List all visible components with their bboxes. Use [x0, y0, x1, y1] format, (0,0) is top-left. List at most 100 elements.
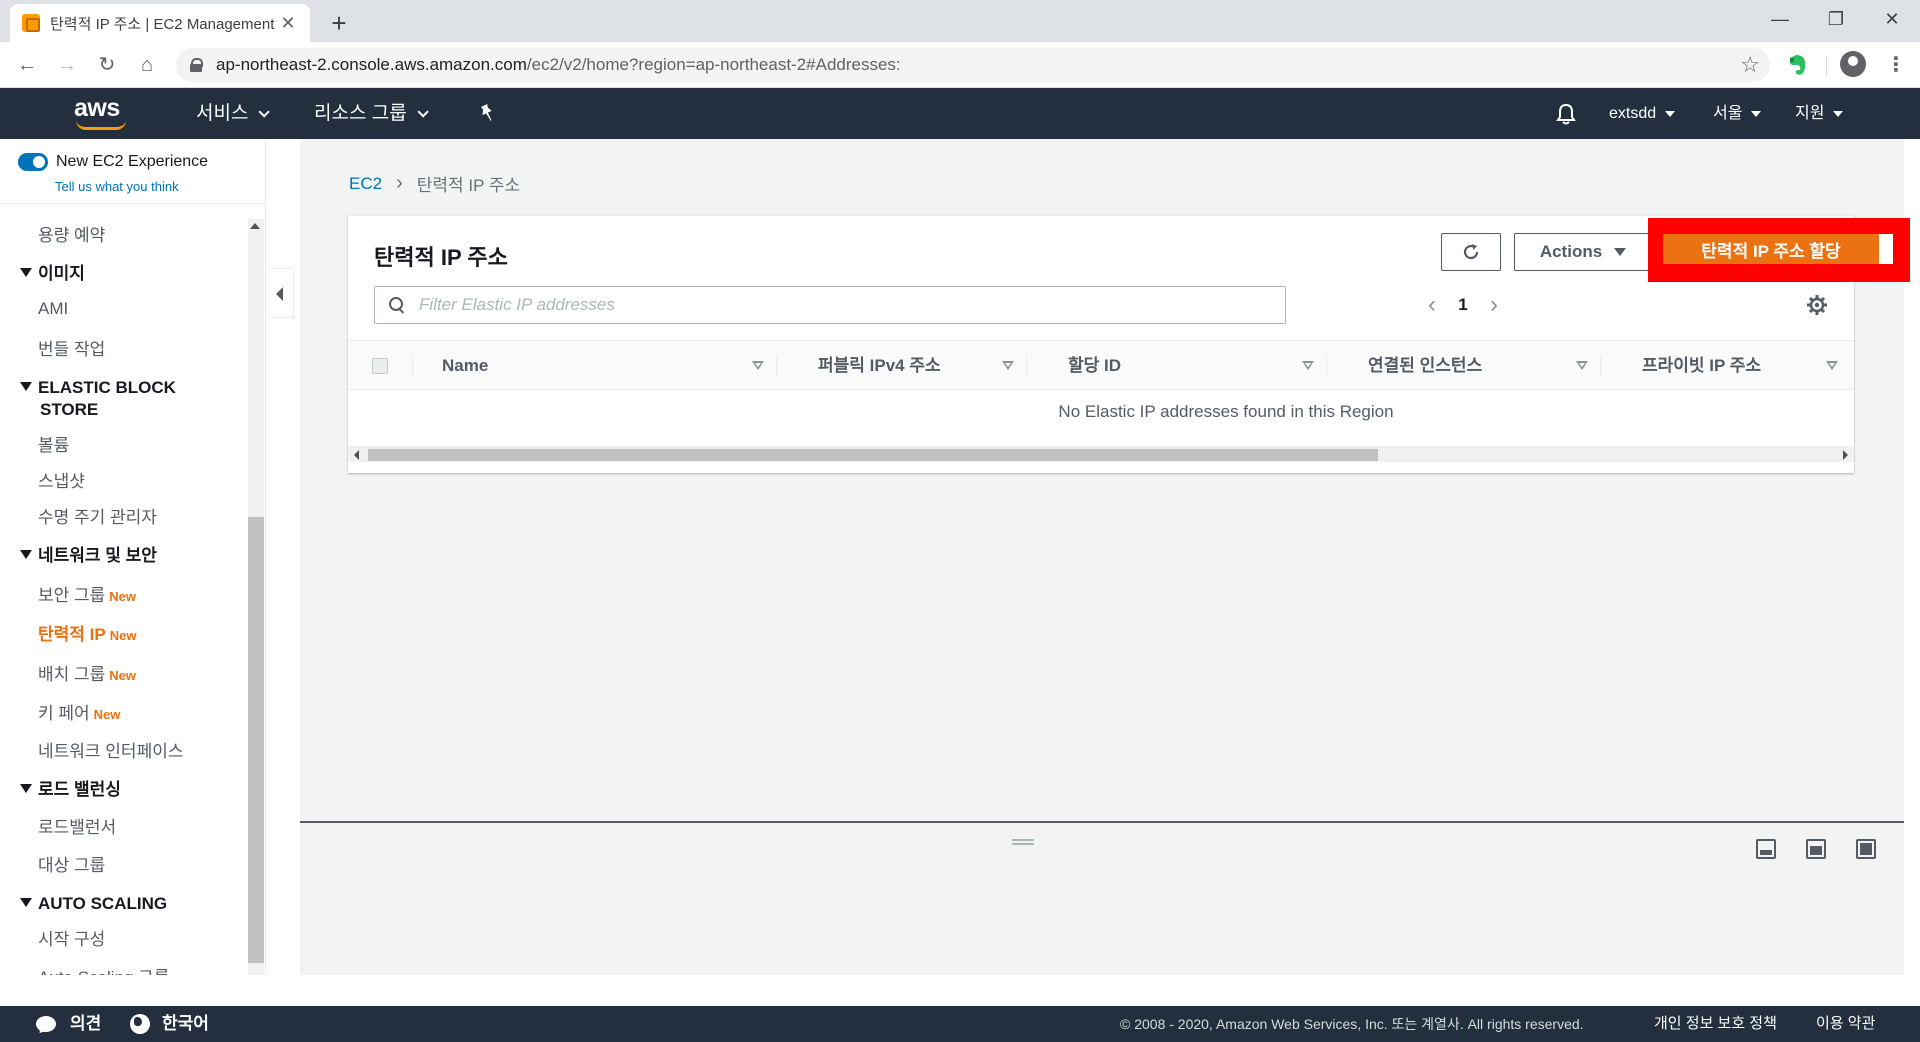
elastic-ip-panel: 탄력적 IP 주소 Actions 탄력적 IP 주소 할당 ‹ 1 ›	[348, 215, 1910, 473]
column-header-private-ip[interactable]: 프라이빗 IP 주소	[1642, 341, 1761, 391]
breadcrumb: EC2 › 탄력적 IP 주소	[349, 171, 520, 196]
allocate-elastic-ip-button[interactable]: 탄력적 IP 주소 할당	[1663, 234, 1893, 264]
sidebar-item-load-balancers[interactable]: 로드밸런서	[38, 813, 116, 838]
sort-icon[interactable]	[1302, 361, 1314, 370]
column-separator	[412, 355, 413, 377]
caret-down-icon	[1614, 248, 1627, 256]
sidebar-item-bundle-tasks[interactable]: 번들 작업	[38, 335, 105, 360]
layout-full-panel-icon[interactable]	[1856, 839, 1876, 859]
sort-icon[interactable]	[1576, 361, 1588, 370]
sidebar-section-auto-scaling[interactable]: AUTO SCALING	[20, 893, 167, 915]
bookmark-star-icon[interactable]: ☆	[1740, 52, 1760, 78]
sidebar-item-elastic-ip[interactable]: 탄력적 IP New	[38, 620, 136, 645]
sidebar-item-volumes[interactable]: 볼륨	[38, 431, 69, 456]
address-bar: ← → ↻ ⌂ ap-northeast-2.console.aws.amazo…	[0, 42, 1920, 88]
chevron-down-icon	[258, 105, 271, 118]
sort-icon[interactable]	[752, 361, 764, 370]
column-header-name[interactable]: Name	[442, 341, 488, 391]
aws-logo[interactable]: aws	[74, 94, 130, 130]
sidebar-section-images[interactable]: 이미지	[20, 263, 85, 285]
sidebar-item-snapshots[interactable]: 스냅샷	[38, 467, 85, 492]
sort-icon[interactable]	[1002, 361, 1014, 370]
new-tab-button[interactable]: +	[324, 8, 354, 38]
sidebar-item-launch-configurations[interactable]: 시작 구성	[38, 925, 105, 950]
forward-icon[interactable]: →	[52, 50, 82, 80]
actions-button[interactable]: Actions	[1514, 233, 1652, 271]
breadcrumb-current: 탄력적 IP 주소	[416, 176, 521, 195]
feedback-link[interactable]: 의견	[36, 1006, 101, 1042]
tab-close-icon[interactable]: ✕	[278, 13, 298, 34]
sidebar-section-network-security[interactable]: 네트워크 및 보안	[20, 545, 157, 567]
browser-menu-icon[interactable]: ⋮	[1884, 52, 1908, 78]
caret-down-icon	[1665, 110, 1676, 117]
filter-input[interactable]	[419, 295, 1285, 315]
highlight-box: 탄력적 IP 주소 할당	[1648, 218, 1910, 282]
copyright-text: © 2008 - 2020, Amazon Web Services, Inc.…	[1120, 1016, 1584, 1032]
sidebar-scrollbar-thumb[interactable]	[248, 517, 264, 963]
scroll-up-arrow-icon[interactable]	[250, 223, 260, 229]
minimize-icon[interactable]: —	[1752, 0, 1808, 38]
filter-field[interactable]	[374, 286, 1286, 324]
sidebar-item-target-groups[interactable]: 대상 그룹	[38, 851, 105, 876]
sidebar-item-capacity-reservations[interactable]: 용량 예약	[38, 221, 105, 246]
collapse-sidebar-button[interactable]	[268, 268, 294, 318]
prev-page-icon[interactable]: ‹	[1418, 291, 1446, 319]
sidebar-item-lifecycle-manager[interactable]: 수명 주기 관리자	[38, 503, 157, 528]
reload-icon[interactable]: ↻	[92, 50, 122, 80]
region-menu[interactable]: 서울	[1713, 88, 1762, 139]
refresh-button[interactable]	[1441, 233, 1501, 271]
sidebar-section-load-balancing[interactable]: 로드 밸런싱	[20, 779, 121, 801]
window-close-icon[interactable]: ✕	[1864, 0, 1920, 38]
restore-icon[interactable]: ❐	[1808, 0, 1864, 38]
table-horizontal-scrollbar[interactable]	[348, 446, 1854, 462]
aws-top-nav: aws 서비스 리소스 그룹 extsdd 서울 지원	[0, 88, 1920, 139]
scrollbar-thumb[interactable]	[368, 449, 1378, 461]
terms-link[interactable]: 이용 약관	[1816, 1006, 1875, 1042]
page-title: 탄력적 IP 주소	[374, 245, 508, 270]
column-separator	[1600, 355, 1601, 377]
sidebar-item-key-pairs[interactable]: 키 페어 New	[38, 699, 120, 724]
browser-tab-bar: 탄력적 IP 주소 | EC2 Management Console ✕ + —…	[0, 0, 1920, 42]
support-menu[interactable]: 지원	[1795, 88, 1844, 139]
pin-icon[interactable]	[476, 102, 498, 124]
services-menu[interactable]: 서비스	[196, 88, 271, 139]
tell-us-link[interactable]: Tell us what you think	[55, 179, 179, 194]
sidebar-item-network-interfaces[interactable]: 네트워크 인터페이스	[38, 737, 183, 762]
sidebar-item-ami[interactable]: AMI	[38, 299, 68, 319]
layout-split-panel-icon[interactable]	[1806, 839, 1826, 859]
notifications-bell-icon[interactable]	[1555, 102, 1577, 126]
scroll-left-arrow-icon[interactable]	[354, 450, 359, 460]
privacy-policy-link[interactable]: 개인 정보 보호 정책	[1654, 1006, 1777, 1042]
browser-tab[interactable]: 탄력적 IP 주소 | EC2 Management Console ✕	[10, 4, 310, 42]
back-icon[interactable]: ←	[12, 50, 42, 80]
split-panel-divider[interactable]	[300, 821, 1904, 823]
new-experience-toggle-row[interactable]: New EC2 Experience	[18, 153, 208, 171]
language-selector[interactable]: 한국어	[130, 1006, 209, 1042]
settings-gear-icon[interactable]	[1806, 294, 1828, 316]
column-header-associated-instance[interactable]: 연결된 인스턴스	[1368, 341, 1482, 391]
aws-favicon-icon	[22, 14, 40, 32]
sidebar-section-ebs[interactable]: ELASTIC BLOCK STORE	[20, 377, 176, 421]
column-header-public-ipv4[interactable]: 퍼블릭 IPv4 주소	[818, 341, 941, 391]
next-page-icon[interactable]: ›	[1480, 291, 1508, 319]
breadcrumb-ec2-link[interactable]: EC2	[349, 174, 382, 194]
profile-avatar-icon[interactable]	[1840, 51, 1866, 77]
resource-groups-menu[interactable]: 리소스 그룹	[314, 88, 429, 139]
account-menu[interactable]: extsdd	[1609, 88, 1676, 139]
page-number[interactable]: 1	[1446, 295, 1480, 315]
new-experience-toggle[interactable]	[18, 153, 48, 171]
url-field[interactable]: ap-northeast-2.console.aws.amazon.com/ec…	[176, 48, 1770, 82]
sidebar-item-placement-groups[interactable]: 배치 그룹 New	[38, 660, 136, 685]
sidebar-item-auto-scaling-groups[interactable]: Auto Scaling 그룹	[38, 963, 169, 975]
resize-handle-icon[interactable]	[1012, 839, 1034, 845]
sort-icon[interactable]	[1826, 361, 1838, 370]
scroll-right-arrow-icon[interactable]	[1843, 450, 1848, 460]
evernote-extension-icon[interactable]	[1784, 52, 1810, 78]
sidebar-item-security-groups[interactable]: 보안 그룹 New	[38, 581, 136, 606]
table-header: Name 퍼블릭 IPv4 주소 할당 ID 연결된 인스턴스 프라이빗 IP …	[348, 340, 1854, 390]
select-all-checkbox[interactable]	[372, 358, 388, 374]
globe-icon	[130, 1014, 150, 1034]
layout-bottom-panel-icon[interactable]	[1756, 839, 1776, 859]
column-header-allocation-id[interactable]: 할당 ID	[1068, 341, 1121, 391]
home-icon[interactable]: ⌂	[132, 50, 162, 80]
